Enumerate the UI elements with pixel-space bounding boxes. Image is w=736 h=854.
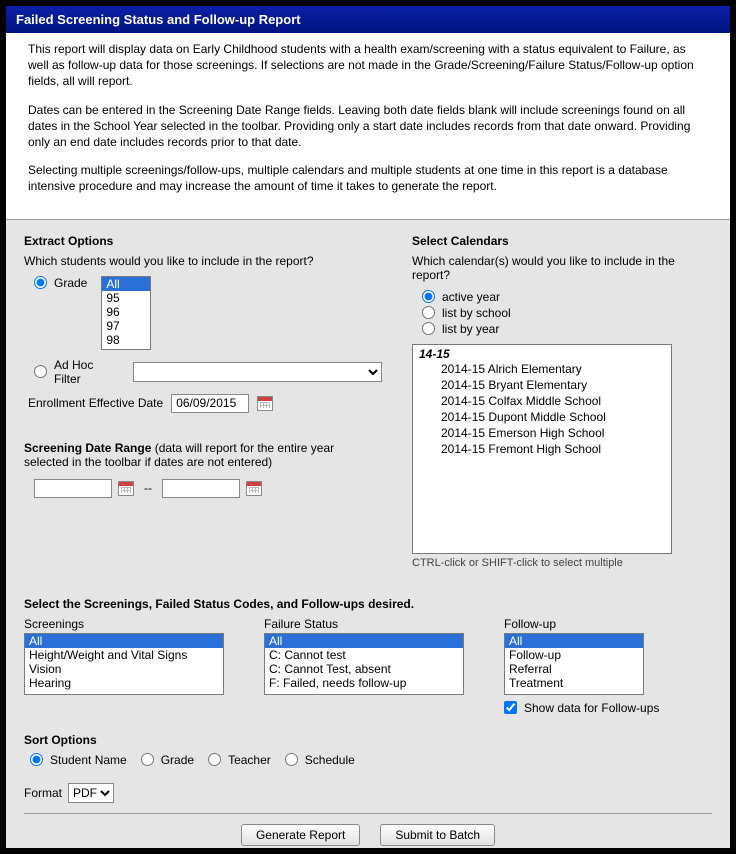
screenings-option[interactable]: Hearing (25, 676, 223, 690)
grade-listbox[interactable]: All 95 96 97 98 (101, 276, 151, 350)
screening-date-range-bold: Screening Date Range (24, 441, 151, 455)
intro-text: This report will display data on Early C… (6, 33, 730, 219)
format-select[interactable]: PDF (68, 783, 114, 803)
sort-student-label: Student Name (50, 753, 127, 767)
submit-to-batch-button[interactable]: Submit to Batch (380, 824, 495, 846)
calendar-school-option[interactable]: 2014-15 Emerson High School (419, 425, 665, 441)
failure-status-option[interactable]: F: Failed, needs follow-up (265, 676, 463, 690)
enrollment-date-input[interactable] (171, 394, 249, 413)
calendar-list-year-input[interactable] (422, 322, 435, 335)
screening-date-range-label: Screening Date Range (data will report f… (24, 441, 382, 469)
screenings-heading: Select the Screenings, Failed Status Cod… (24, 597, 712, 611)
page-title: Failed Screening Status and Follow-up Re… (6, 6, 730, 33)
extract-options-heading: Extract Options (24, 234, 382, 248)
calendar-list-school-input[interactable] (422, 306, 435, 319)
calendar-icon[interactable] (257, 396, 273, 411)
sort-student-radio[interactable]: Student Name (30, 753, 127, 767)
calendar-list-school-label: list by school (442, 306, 511, 320)
grade-radio-label: Grade (54, 276, 87, 290)
grade-radio-input[interactable] (34, 276, 47, 289)
grade-option[interactable]: 97 (102, 319, 150, 333)
intro-paragraph: Dates can be entered in the Screening Da… (28, 102, 708, 151)
adhoc-radio-input[interactable] (34, 365, 47, 378)
followup-option[interactable]: All (505, 634, 643, 648)
enrollment-date-label: Enrollment Effective Date (28, 396, 163, 410)
sort-grade-label: Grade (161, 753, 194, 767)
failure-status-option[interactable]: All (265, 634, 463, 648)
extract-question: Which students would you like to include… (24, 254, 382, 268)
calendar-school-option[interactable]: 2014-15 Fremont High School (419, 441, 665, 457)
sort-grade-radio[interactable]: Grade (141, 753, 194, 767)
calendar-school-option[interactable]: 2014-15 Alrich Elementary (419, 361, 665, 377)
sort-schedule-radio[interactable]: Schedule (285, 753, 355, 767)
screenings-listbox[interactable]: All Height/Weight and Vital Signs Vision… (24, 633, 224, 695)
followup-option[interactable]: Follow-up (505, 648, 643, 662)
show-data-followups-checkbox[interactable] (504, 701, 517, 714)
sort-teacher-input[interactable] (208, 753, 221, 766)
sort-schedule-input[interactable] (285, 753, 298, 766)
sort-grade-input[interactable] (141, 753, 154, 766)
calendar-listbox[interactable]: 14-15 2014-15 Alrich Elementary 2014-15 … (412, 344, 672, 554)
intro-paragraph: Selecting multiple screenings/follow-ups… (28, 162, 708, 194)
calendar-icon[interactable] (246, 481, 262, 496)
format-label: Format (24, 786, 62, 800)
calendar-school-option[interactable]: 2014-15 Dupont Middle School (419, 409, 665, 425)
calendar-list-year-radio[interactable]: list by year (422, 322, 712, 336)
calendar-school-option[interactable]: 2014-15 Colfax Middle School (419, 393, 665, 409)
show-data-followups-label: Show data for Follow-ups (524, 701, 659, 715)
followup-option[interactable]: Treatment (505, 676, 643, 690)
sort-options-heading: Sort Options (24, 733, 712, 747)
failure-status-option[interactable]: C: Cannot Test, absent (265, 662, 463, 676)
followup-option[interactable]: Referral (505, 662, 643, 676)
generate-report-button[interactable]: Generate Report (241, 824, 360, 846)
calendar-list-school-radio[interactable]: list by school (422, 306, 712, 320)
followup-listbox[interactable]: All Follow-up Referral Treatment (504, 633, 644, 695)
calendar-year-group[interactable]: 14-15 (419, 347, 665, 361)
date-start-input[interactable] (34, 479, 112, 498)
calendar-active-year-label: active year (442, 290, 500, 304)
screenings-label: Screenings (24, 617, 224, 631)
intro-paragraph: This report will display data on Early C… (28, 41, 708, 90)
adhoc-radio-label: Ad Hoc Filter (54, 358, 119, 386)
followup-label: Follow-up (504, 617, 659, 631)
calendar-hint: CTRL-click or SHIFT-click to select mult… (412, 557, 712, 569)
sort-student-input[interactable] (30, 753, 43, 766)
calendar-active-year-input[interactable] (422, 290, 435, 303)
failure-status-label: Failure Status (264, 617, 464, 631)
select-calendars-heading: Select Calendars (412, 234, 712, 248)
screenings-option[interactable]: Height/Weight and Vital Signs (25, 648, 223, 662)
calendar-school-option[interactable]: 2014-15 Bryant Elementary (419, 377, 665, 393)
sort-teacher-radio[interactable]: Teacher (208, 753, 271, 767)
failure-status-listbox[interactable]: All C: Cannot test C: Cannot Test, absen… (264, 633, 464, 695)
sort-teacher-label: Teacher (228, 753, 271, 767)
calendar-icon[interactable] (118, 481, 134, 496)
adhoc-radio[interactable]: Ad Hoc Filter (34, 358, 119, 386)
grade-option[interactable]: 96 (102, 305, 150, 319)
calendars-question: Which calendar(s) would you like to incl… (412, 254, 712, 282)
calendar-list-year-label: list by year (442, 322, 499, 336)
screenings-option[interactable]: All (25, 634, 223, 648)
divider (24, 813, 712, 814)
calendar-active-year-radio[interactable]: active year (422, 290, 712, 304)
grade-option[interactable]: All (102, 277, 150, 291)
grade-option[interactable]: 98 (102, 333, 150, 347)
date-range-dash: -- (140, 481, 156, 495)
grade-radio[interactable]: Grade (34, 276, 87, 290)
screenings-option[interactable]: Vision (25, 662, 223, 676)
grade-option[interactable]: 95 (102, 291, 150, 305)
failure-status-option[interactable]: C: Cannot test (265, 648, 463, 662)
sort-schedule-label: Schedule (305, 753, 355, 767)
date-end-input[interactable] (162, 479, 240, 498)
adhoc-filter-select[interactable] (133, 362, 382, 382)
